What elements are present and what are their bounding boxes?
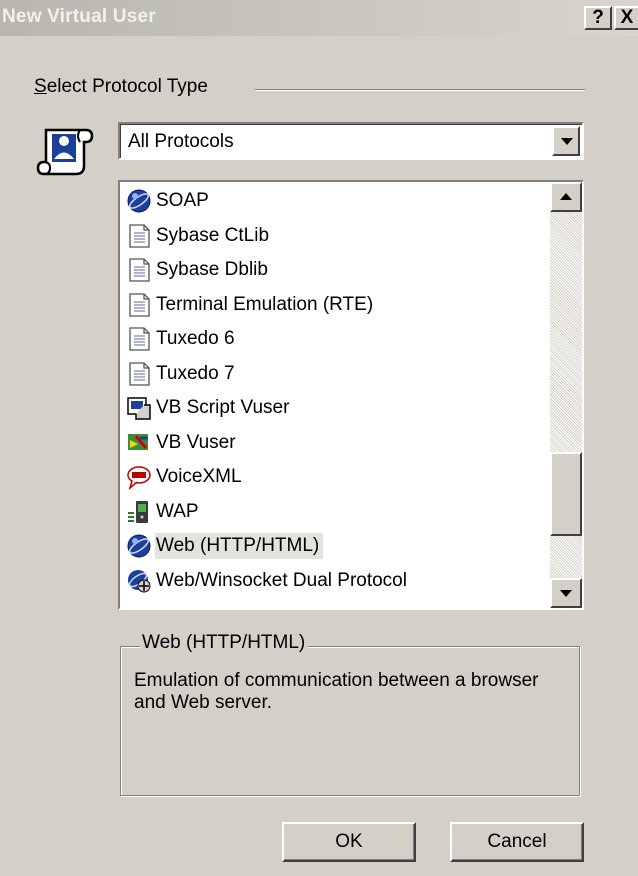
scroll-up-button[interactable]	[550, 182, 582, 212]
list-item[interactable]: Sybase CtLib	[126, 219, 546, 254]
list-item[interactable]: WAP	[126, 495, 546, 530]
document-icon	[126, 223, 152, 249]
scroll-down-button[interactable]	[550, 578, 582, 608]
title-bar[interactable]: New Virtual User ? X	[0, 0, 638, 36]
list-item[interactable]: Tuxedo 6	[126, 322, 546, 357]
help-button[interactable]: ?	[584, 6, 612, 30]
description-group	[120, 646, 580, 796]
list-item[interactable]: Web (HTTP/HTML)	[126, 529, 546, 564]
list-item[interactable]: VB Script Vuser	[126, 391, 546, 426]
group-divider	[255, 89, 585, 91]
description-title: Web (HTTP/HTML)	[140, 632, 309, 654]
cancel-button[interactable]: Cancel	[450, 822, 584, 862]
list-item-label: Terminal Emulation (RTE)	[156, 293, 374, 315]
list-item[interactable]: Web/Winsocket Dual Protocol	[126, 564, 546, 599]
vertical-scrollbar[interactable]	[550, 182, 582, 608]
globe-network-icon	[126, 568, 152, 594]
protocol-filter-dropdown[interactable]: All Protocols	[118, 122, 584, 160]
list-item-label: Tuxedo 6	[156, 328, 235, 350]
chevron-down-icon	[561, 138, 573, 145]
list-item[interactable]: VoiceXML	[126, 460, 546, 495]
list-item[interactable]: VB Vuser	[126, 426, 546, 461]
list-item-label: Web (HTTP/HTML)	[155, 533, 324, 560]
close-button[interactable]: X	[614, 6, 638, 30]
globe-icon	[126, 533, 152, 559]
list-item-label: WAP	[156, 500, 199, 522]
list-item-label: VB Script Vuser	[156, 397, 290, 419]
list-item[interactable]: Tuxedo 7	[126, 357, 546, 392]
document-icon	[126, 257, 152, 283]
list-items: SOAP Sybase CtLib Sybase Dblib Terminal Emu…	[126, 184, 546, 598]
list-item-label: Sybase CtLib	[156, 224, 270, 246]
window-title: New Virtual User	[2, 6, 156, 27]
arrow-down-icon	[560, 590, 572, 597]
vb-icon	[126, 430, 152, 456]
list-item[interactable]: Sybase Dblib	[126, 253, 546, 288]
document-icon	[126, 326, 152, 352]
dropdown-arrow-button[interactable]	[552, 126, 580, 156]
protocol-list[interactable]: SOAP Sybase CtLib Sybase Dblib Terminal Emu…	[118, 180, 584, 610]
description-text: Emulation of communication between a bro…	[134, 670, 539, 713]
ok-button[interactable]: OK	[282, 822, 416, 862]
document-icon	[126, 292, 152, 318]
list-item[interactable]: Terminal Emulation (RTE)	[126, 288, 546, 323]
dropdown-selected-value: All Protocols	[128, 131, 234, 152]
list-item-label: VoiceXML	[156, 466, 242, 488]
vuser-scroll-icon	[36, 128, 94, 176]
list-item-label: Web/Winsocket Dual Protocol	[156, 569, 407, 591]
list-item-label: Sybase Dblib	[156, 259, 268, 281]
list-item[interactable]: SOAP	[126, 184, 546, 219]
phone-icon	[126, 499, 152, 525]
list-item-label: Tuxedo 7	[156, 362, 235, 384]
globe-icon	[126, 188, 152, 214]
select-protocol-type-label: Select Protocol Type	[34, 76, 208, 97]
scrollbar-thumb[interactable]	[550, 451, 582, 536]
speech-bubble-icon	[126, 464, 152, 491]
arrow-up-icon	[560, 193, 572, 200]
list-item-label: VB Vuser	[156, 431, 236, 453]
document-icon	[126, 361, 152, 387]
script-icon	[126, 395, 152, 421]
list-item-label: SOAP	[156, 190, 209, 212]
